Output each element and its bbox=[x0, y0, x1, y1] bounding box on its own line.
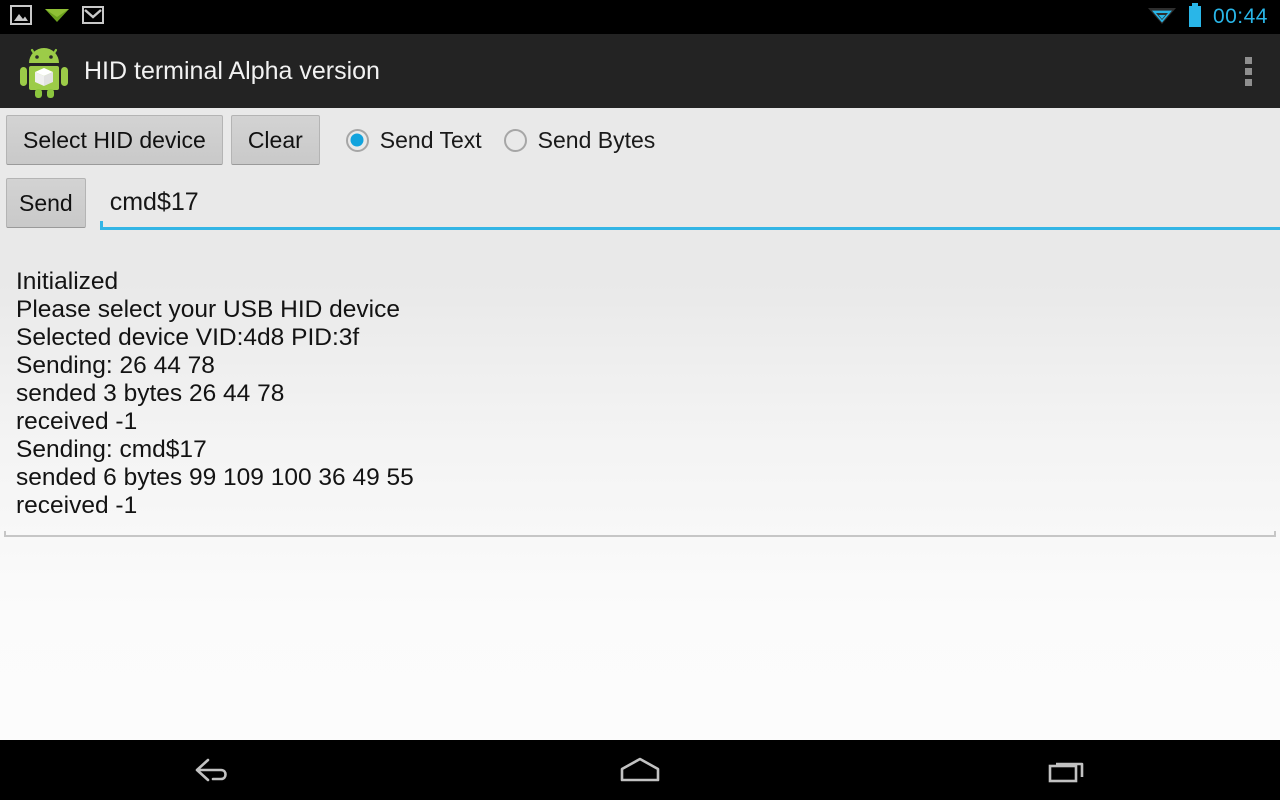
radio-send-bytes-label: Send Bytes bbox=[537, 126, 656, 153]
log-line: Sending: cmd$17 bbox=[16, 436, 207, 463]
log-line: Initialized bbox=[16, 268, 119, 295]
log-line: received -1 bbox=[16, 408, 138, 435]
gallery-icon bbox=[10, 4, 32, 30]
log-output: Initialized Please select your USB HID d… bbox=[0, 268, 1280, 520]
toolbar-row: Select HID device Clear Send Text Send B… bbox=[0, 108, 1280, 172]
command-input[interactable] bbox=[99, 178, 1280, 226]
gmail-icon bbox=[82, 5, 104, 30]
status-clock: 00:44 bbox=[1212, 5, 1268, 28]
log-line: sended 3 bytes 26 44 78 bbox=[16, 380, 285, 407]
navigation-bar bbox=[0, 740, 1280, 800]
recents-button[interactable] bbox=[853, 740, 1280, 800]
device-screen: 00:44 HID terminal Alpha version Select … bbox=[0, 0, 1280, 800]
status-notification-icons bbox=[10, 4, 104, 30]
status-system-icons: 00:44 bbox=[1147, 2, 1268, 32]
home-button[interactable] bbox=[427, 740, 854, 800]
send-mode-radio-group: Send Text Send Bytes bbox=[345, 126, 656, 154]
input-focus-underline bbox=[99, 221, 1280, 230]
action-bar: HID terminal Alpha version bbox=[0, 34, 1280, 108]
app-title: HID terminal Alpha version bbox=[84, 56, 380, 85]
app-content: Select HID device Clear Send Text Send B… bbox=[0, 108, 1280, 740]
wifi-icon bbox=[1147, 4, 1177, 31]
overflow-menu-button[interactable] bbox=[1226, 40, 1270, 102]
downloads-icon bbox=[44, 5, 70, 30]
log-divider bbox=[4, 531, 1276, 537]
radio-send-bytes[interactable]: Send Bytes bbox=[503, 126, 656, 154]
log-line: sended 6 bytes 99 109 100 36 49 55 bbox=[16, 464, 414, 491]
android-app-icon bbox=[16, 42, 72, 100]
radio-send-text-label: Send Text bbox=[379, 126, 482, 153]
overflow-dot bbox=[1244, 67, 1252, 75]
send-button[interactable]: Send bbox=[6, 178, 86, 228]
select-hid-device-button[interactable]: Select HID device bbox=[6, 115, 223, 165]
command-input-wrap bbox=[99, 178, 1280, 236]
overflow-dot bbox=[1244, 56, 1252, 64]
battery-icon bbox=[1187, 2, 1203, 32]
log-line: Selected device VID:4d8 PID:3f bbox=[16, 324, 360, 351]
overflow-dot bbox=[1244, 78, 1252, 86]
radio-send-text[interactable]: Send Text bbox=[345, 126, 482, 154]
clear-button[interactable]: Clear bbox=[230, 115, 320, 165]
log-line: Please select your USB HID device bbox=[16, 296, 400, 323]
log-line: Sending: 26 44 78 bbox=[16, 352, 215, 379]
log-line: received -1 bbox=[16, 492, 138, 519]
status-bar: 00:44 bbox=[0, 0, 1280, 34]
radio-checked-icon bbox=[345, 128, 369, 152]
send-row: Send bbox=[0, 178, 1280, 240]
back-button[interactable] bbox=[0, 740, 427, 800]
radio-unchecked-icon bbox=[503, 128, 527, 152]
